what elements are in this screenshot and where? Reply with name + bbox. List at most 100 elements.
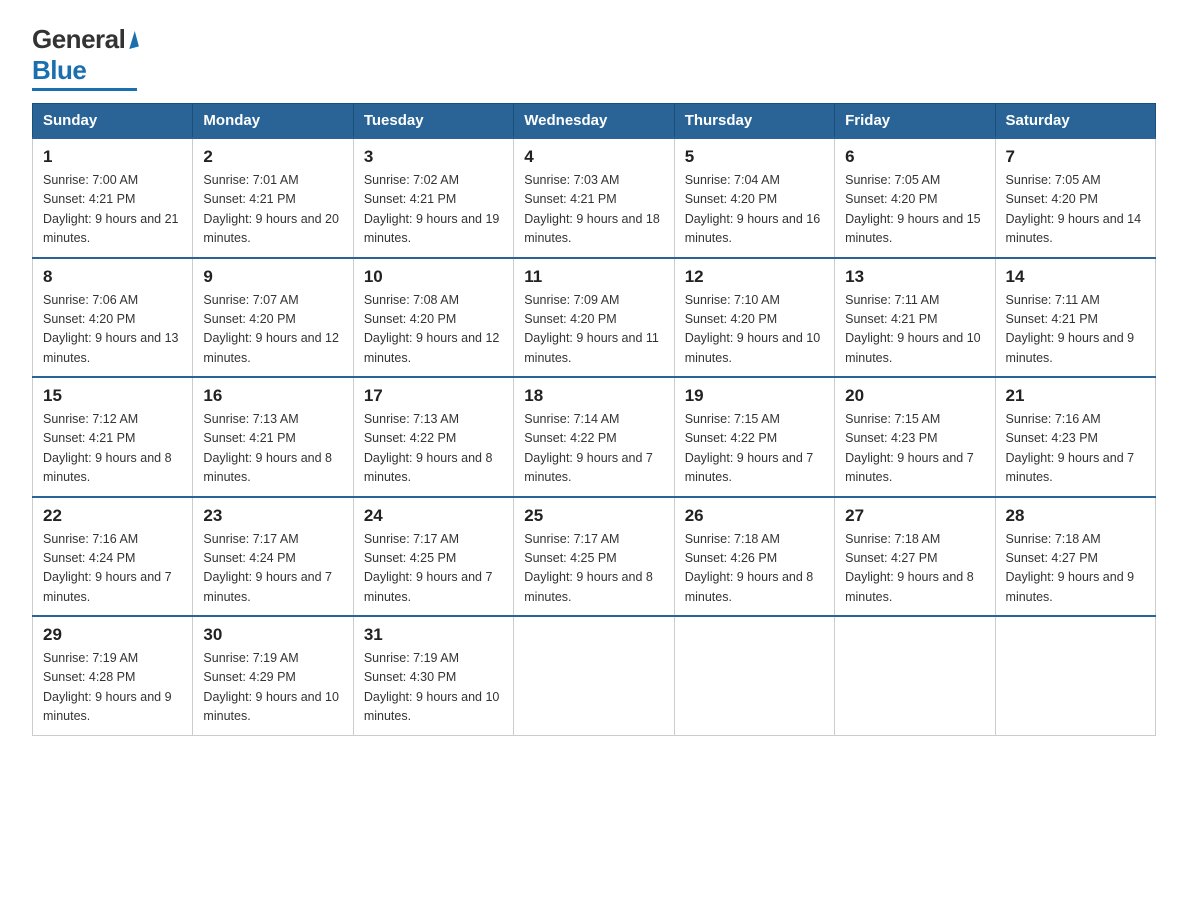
day-info: Sunrise: 7:19 AMSunset: 4:28 PMDaylight:…	[43, 649, 182, 727]
day-info: Sunrise: 7:10 AMSunset: 4:20 PMDaylight:…	[685, 291, 824, 369]
day-number: 29	[43, 625, 182, 645]
day-number: 21	[1006, 386, 1145, 406]
calendar-cell	[674, 616, 834, 735]
day-info: Sunrise: 7:07 AMSunset: 4:20 PMDaylight:…	[203, 291, 342, 369]
day-info: Sunrise: 7:06 AMSunset: 4:20 PMDaylight:…	[43, 291, 182, 369]
day-info: Sunrise: 7:04 AMSunset: 4:20 PMDaylight:…	[685, 171, 824, 249]
day-number: 3	[364, 147, 503, 167]
day-number: 11	[524, 267, 663, 287]
calendar-cell: 28Sunrise: 7:18 AMSunset: 4:27 PMDayligh…	[995, 497, 1155, 617]
weekday-header-friday: Friday	[835, 104, 995, 139]
calendar-cell: 18Sunrise: 7:14 AMSunset: 4:22 PMDayligh…	[514, 377, 674, 497]
day-number: 5	[685, 147, 824, 167]
logo-triangle-icon	[125, 30, 139, 48]
page-header: General Blue	[32, 24, 1156, 91]
day-info: Sunrise: 7:05 AMSunset: 4:20 PMDaylight:…	[845, 171, 984, 249]
calendar-cell	[835, 616, 995, 735]
calendar-cell: 6 Sunrise: 7:05 AMSunset: 4:20 PMDaylight…	[835, 138, 995, 258]
calendar-cell: 5 Sunrise: 7:04 AMSunset: 4:20 PMDaylight…	[674, 138, 834, 258]
day-number: 14	[1006, 267, 1145, 287]
day-info: Sunrise: 7:15 AMSunset: 4:23 PMDaylight:…	[845, 410, 984, 488]
calendar-week-row: 8Sunrise: 7:06 AMSunset: 4:20 PMDaylight…	[33, 258, 1156, 378]
calendar-cell: 17 Sunrise: 7:13 AMSunset: 4:22 PMDayligh…	[353, 377, 513, 497]
calendar-cell: 20 Sunrise: 7:15 AMSunset: 4:23 PMDayligh…	[835, 377, 995, 497]
calendar-cell: 31 Sunrise: 7:19 AMSunset: 4:30 PMDayligh…	[353, 616, 513, 735]
day-info: Sunrise: 7:05 AMSunset: 4:20 PMDaylight:…	[1006, 171, 1145, 249]
day-number: 4	[524, 147, 663, 167]
calendar-cell: 4Sunrise: 7:03 AMSunset: 4:21 PMDaylight…	[514, 138, 674, 258]
day-number: 31	[364, 625, 503, 645]
day-number: 17	[364, 386, 503, 406]
calendar-cell: 10 Sunrise: 7:08 AMSunset: 4:20 PMDayligh…	[353, 258, 513, 378]
day-info: Sunrise: 7:11 AMSunset: 4:21 PMDaylight:…	[1006, 291, 1145, 369]
calendar-cell: 13 Sunrise: 7:11 AMSunset: 4:21 PMDayligh…	[835, 258, 995, 378]
calendar-cell	[514, 616, 674, 735]
calendar-cell: 22 Sunrise: 7:16 AMSunset: 4:24 PMDayligh…	[33, 497, 193, 617]
day-info: Sunrise: 7:19 AMSunset: 4:30 PMDaylight:…	[364, 649, 503, 727]
day-info: Sunrise: 7:19 AMSunset: 4:29 PMDaylight:…	[203, 649, 342, 727]
calendar-cell: 15 Sunrise: 7:12 AMSunset: 4:21 PMDayligh…	[33, 377, 193, 497]
day-number: 6	[845, 147, 984, 167]
day-info: Sunrise: 7:02 AMSunset: 4:21 PMDaylight:…	[364, 171, 503, 249]
day-info: Sunrise: 7:17 AMSunset: 4:25 PMDaylight:…	[524, 530, 663, 608]
day-info: Sunrise: 7:01 AMSunset: 4:21 PMDaylight:…	[203, 171, 342, 249]
day-number: 15	[43, 386, 182, 406]
day-number: 20	[845, 386, 984, 406]
day-info: Sunrise: 7:12 AMSunset: 4:21 PMDaylight:…	[43, 410, 182, 488]
calendar-cell: 14 Sunrise: 7:11 AMSunset: 4:21 PMDayligh…	[995, 258, 1155, 378]
day-info: Sunrise: 7:15 AMSunset: 4:22 PMDaylight:…	[685, 410, 824, 488]
weekday-header-monday: Monday	[193, 104, 353, 139]
logo: General Blue	[32, 24, 137, 91]
logo-underline	[32, 88, 137, 91]
calendar-cell: 24 Sunrise: 7:17 AMSunset: 4:25 PMDayligh…	[353, 497, 513, 617]
day-number: 24	[364, 506, 503, 526]
day-number: 30	[203, 625, 342, 645]
calendar-cell: 30 Sunrise: 7:19 AMSunset: 4:29 PMDayligh…	[193, 616, 353, 735]
calendar-cell: 25 Sunrise: 7:17 AMSunset: 4:25 PMDayligh…	[514, 497, 674, 617]
calendar-cell: 19 Sunrise: 7:15 AMSunset: 4:22 PMDayligh…	[674, 377, 834, 497]
day-number: 9	[203, 267, 342, 287]
day-info: Sunrise: 7:17 AMSunset: 4:25 PMDaylight:…	[364, 530, 503, 608]
day-number: 12	[685, 267, 824, 287]
day-number: 22	[43, 506, 182, 526]
day-number: 19	[685, 386, 824, 406]
day-number: 26	[685, 506, 824, 526]
logo-blue-text: Blue	[32, 55, 86, 86]
day-info: Sunrise: 7:18 AMSunset: 4:27 PMDaylight:…	[845, 530, 984, 608]
calendar-cell: 12 Sunrise: 7:10 AMSunset: 4:20 PMDayligh…	[674, 258, 834, 378]
day-info: Sunrise: 7:11 AMSunset: 4:21 PMDaylight:…	[845, 291, 984, 369]
day-info: Sunrise: 7:13 AMSunset: 4:22 PMDaylight:…	[364, 410, 503, 488]
calendar-cell: 11 Sunrise: 7:09 AMSunset: 4:20 PMDayligh…	[514, 258, 674, 378]
calendar-cell: 8Sunrise: 7:06 AMSunset: 4:20 PMDaylight…	[33, 258, 193, 378]
day-info: Sunrise: 7:16 AMSunset: 4:23 PMDaylight:…	[1006, 410, 1145, 488]
day-number: 27	[845, 506, 984, 526]
calendar-cell: 7 Sunrise: 7:05 AMSunset: 4:20 PMDaylight…	[995, 138, 1155, 258]
calendar-cell: 21 Sunrise: 7:16 AMSunset: 4:23 PMDayligh…	[995, 377, 1155, 497]
calendar-week-row: 29 Sunrise: 7:19 AMSunset: 4:28 PMDayligh…	[33, 616, 1156, 735]
calendar-cell: 16 Sunrise: 7:13 AMSunset: 4:21 PMDayligh…	[193, 377, 353, 497]
day-number: 10	[364, 267, 503, 287]
calendar-table: SundayMondayTuesdayWednesdayThursdayFrid…	[32, 103, 1156, 736]
day-info: Sunrise: 7:09 AMSunset: 4:20 PMDaylight:…	[524, 291, 663, 369]
day-info: Sunrise: 7:00 AMSunset: 4:21 PMDaylight:…	[43, 171, 182, 249]
calendar-cell: 1 Sunrise: 7:00 AMSunset: 4:21 PMDaylight…	[33, 138, 193, 258]
weekday-header-sunday: Sunday	[33, 104, 193, 139]
calendar-cell: 29 Sunrise: 7:19 AMSunset: 4:28 PMDayligh…	[33, 616, 193, 735]
calendar-week-row: 22 Sunrise: 7:16 AMSunset: 4:24 PMDayligh…	[33, 497, 1156, 617]
calendar-cell: 9 Sunrise: 7:07 AMSunset: 4:20 PMDaylight…	[193, 258, 353, 378]
day-info: Sunrise: 7:16 AMSunset: 4:24 PMDaylight:…	[43, 530, 182, 608]
day-info: Sunrise: 7:13 AMSunset: 4:21 PMDaylight:…	[203, 410, 342, 488]
calendar-cell: 3 Sunrise: 7:02 AMSunset: 4:21 PMDaylight…	[353, 138, 513, 258]
logo-general-text: General	[32, 24, 125, 55]
weekday-header-tuesday: Tuesday	[353, 104, 513, 139]
weekday-header-wednesday: Wednesday	[514, 104, 674, 139]
day-number: 7	[1006, 147, 1145, 167]
day-number: 25	[524, 506, 663, 526]
weekday-header-saturday: Saturday	[995, 104, 1155, 139]
day-number: 13	[845, 267, 984, 287]
day-info: Sunrise: 7:08 AMSunset: 4:20 PMDaylight:…	[364, 291, 503, 369]
day-number: 1	[43, 147, 182, 167]
calendar-week-row: 15 Sunrise: 7:12 AMSunset: 4:21 PMDayligh…	[33, 377, 1156, 497]
day-number: 16	[203, 386, 342, 406]
weekday-header-thursday: Thursday	[674, 104, 834, 139]
